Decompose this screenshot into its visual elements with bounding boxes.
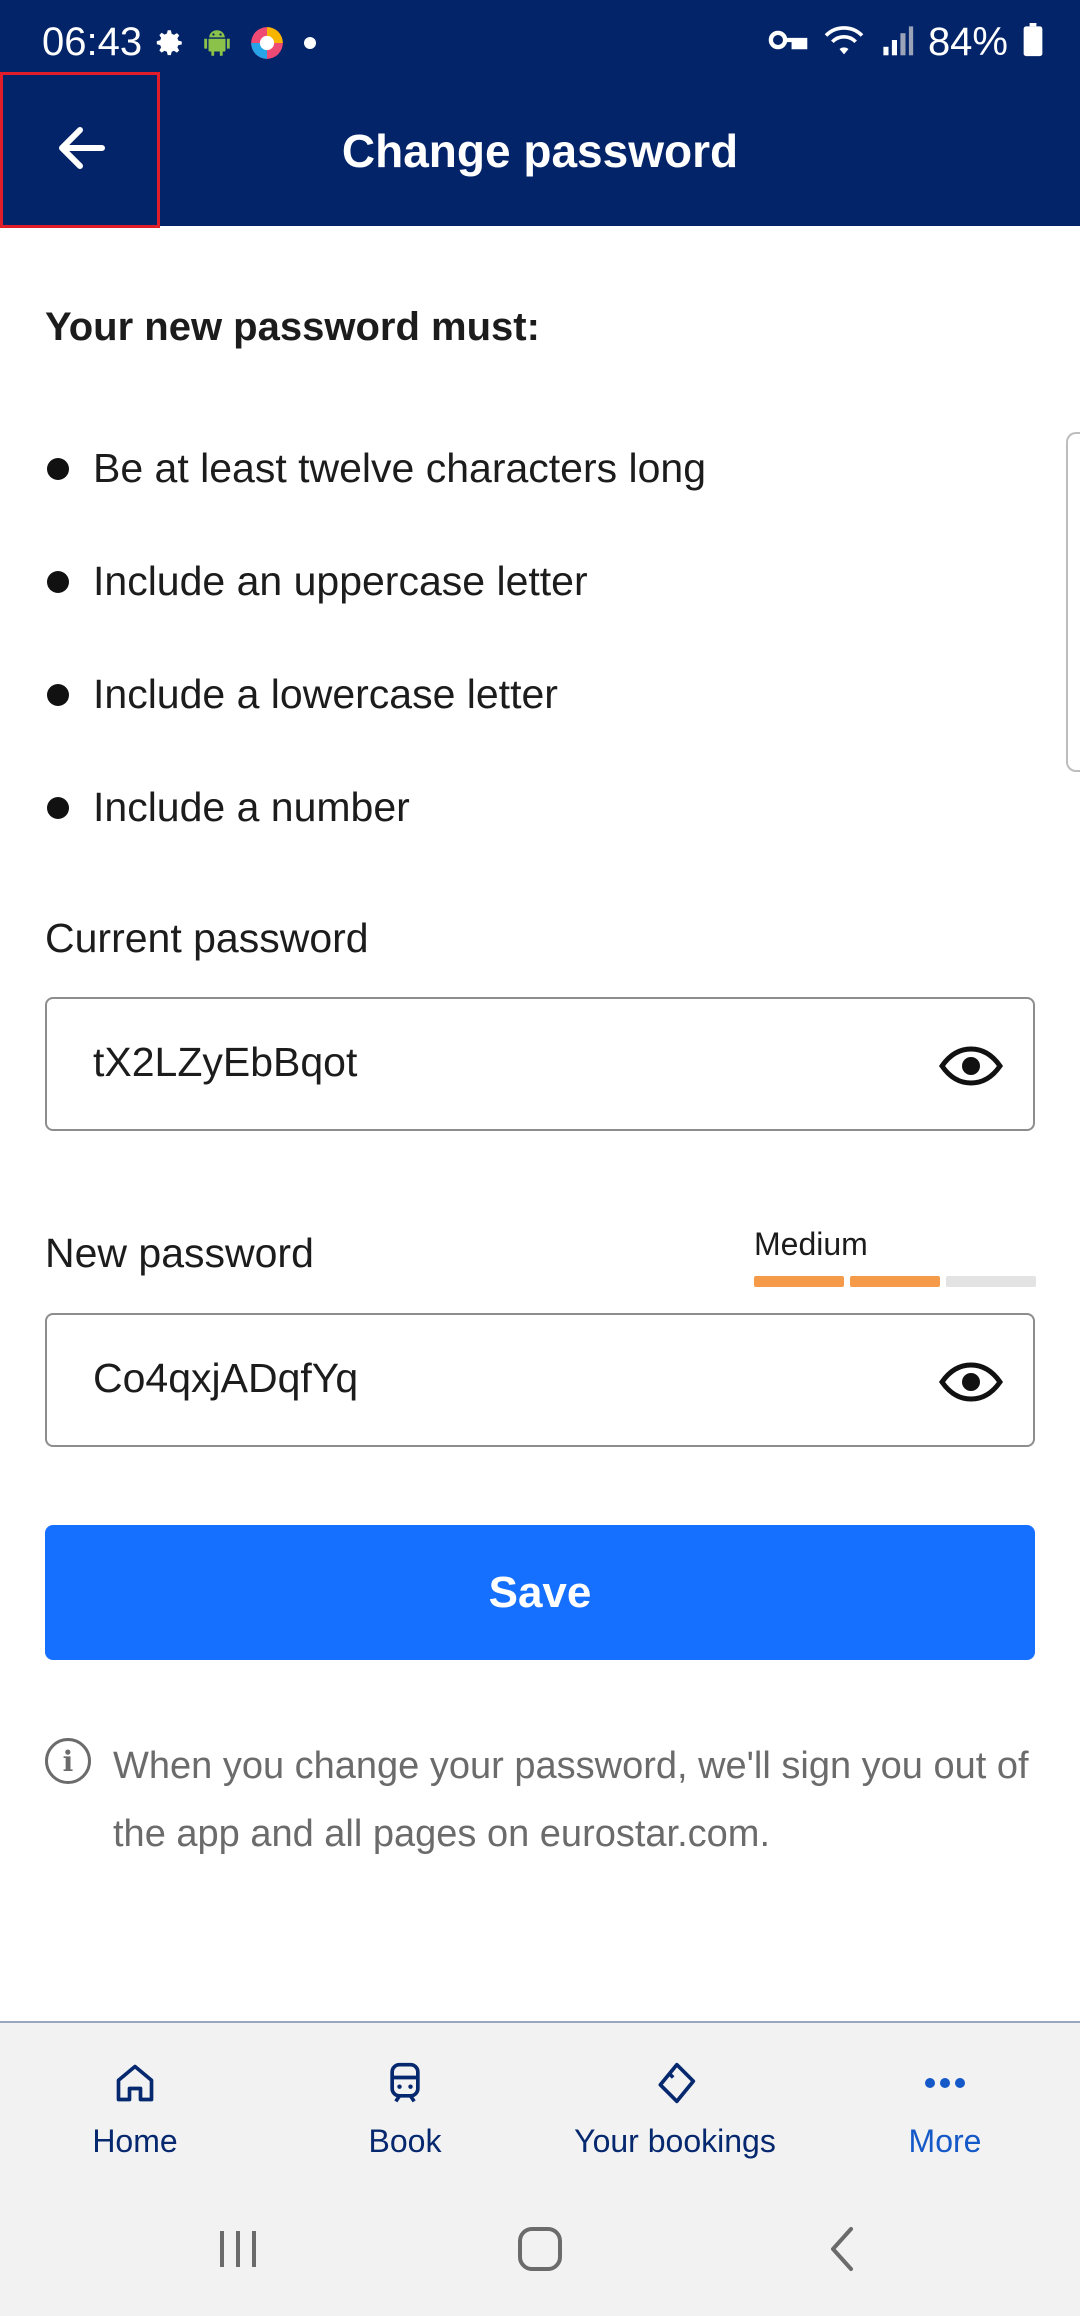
nav-item-home[interactable]: Home [0,2023,270,2183]
password-strength-meter [754,1276,1036,1287]
system-nav [0,2181,1080,2316]
eye-icon[interactable] [939,1353,1003,1411]
info-text: When you change your password, we'll sig… [113,1745,1029,1855]
train-icon [270,2059,540,2107]
strength-segment [754,1276,844,1287]
current-password-value: tX2LZyEbBqot [93,1039,358,1085]
ticket-icon [540,2059,810,2107]
status-left-icons [152,24,320,67]
bottom-nav: Home Book Your bookings More [0,2021,1080,2181]
current-password-label: Current password [45,915,369,961]
battery-percentage: 84% [927,20,1008,64]
save-button[interactable]: Save [45,1525,1035,1660]
nav-label: More [908,2123,982,2159]
new-password-field[interactable]: Co4qxjADqfYq [45,1313,1035,1447]
password-strength-label: Medium [754,1226,868,1262]
vpn-key-icon [768,26,808,59]
bullet-icon [47,570,69,593]
wifi-icon [822,22,866,63]
dot-icon [300,33,320,58]
bullet-icon [47,457,69,480]
requirement-text: Include an uppercase letter [93,558,588,604]
home-circle-icon[interactable] [470,2181,610,2316]
more-dots-icon [810,2059,1080,2107]
requirement-item: Be at least twelve characters long [45,412,706,525]
requirement-text: Include a number [93,784,410,830]
nav-label: Home [92,2123,178,2159]
android-icon [200,26,234,65]
scroll-indicator[interactable] [1066,432,1080,772]
new-password-label: New password [45,1230,314,1276]
nav-label: Your bookings [574,2123,776,2159]
back-chevron-icon[interactable] [772,2181,912,2316]
nav-item-book[interactable]: Book [270,2023,540,2183]
battery-icon [1022,23,1044,62]
page-title: Change password [341,125,739,177]
requirement-text: Be at least twelve characters long [93,445,707,491]
settings-icon [152,26,186,65]
requirement-item: Include an uppercase letter [45,525,706,638]
info-icon: i [45,1738,91,1784]
nav-item-more[interactable]: More [810,2023,1080,2183]
eye-icon[interactable] [939,1037,1003,1095]
nav-item-your-bookings[interactable]: Your bookings [540,2023,810,2183]
strength-segment [850,1276,940,1287]
requirements-list: Be at least twelve characters long Inclu… [45,412,706,864]
status-bar: 06:43 84% [0,0,1080,90]
requirement-text: Include a lowercase letter [93,671,558,717]
requirement-item: Include a number [45,751,706,864]
status-right-icons: 84% [768,20,1044,65]
recent-apps-icon[interactable] [168,2181,308,2316]
bullet-icon [47,683,69,706]
signal-icon [880,23,914,62]
browser-icon [248,24,286,67]
status-time: 06:43 [42,20,143,64]
bullet-icon [47,796,69,819]
requirement-item: Include a lowercase letter [45,638,706,751]
strength-segment [946,1276,1036,1287]
new-password-value: Co4qxjADqfYq [93,1355,359,1401]
requirements-heading: Your new password must: [45,305,540,349]
nav-label: Book [368,2123,442,2159]
header: 06:43 84% [0,0,1080,226]
current-password-field[interactable]: tX2LZyEbBqot [45,997,1035,1131]
home-icon [0,2059,270,2107]
